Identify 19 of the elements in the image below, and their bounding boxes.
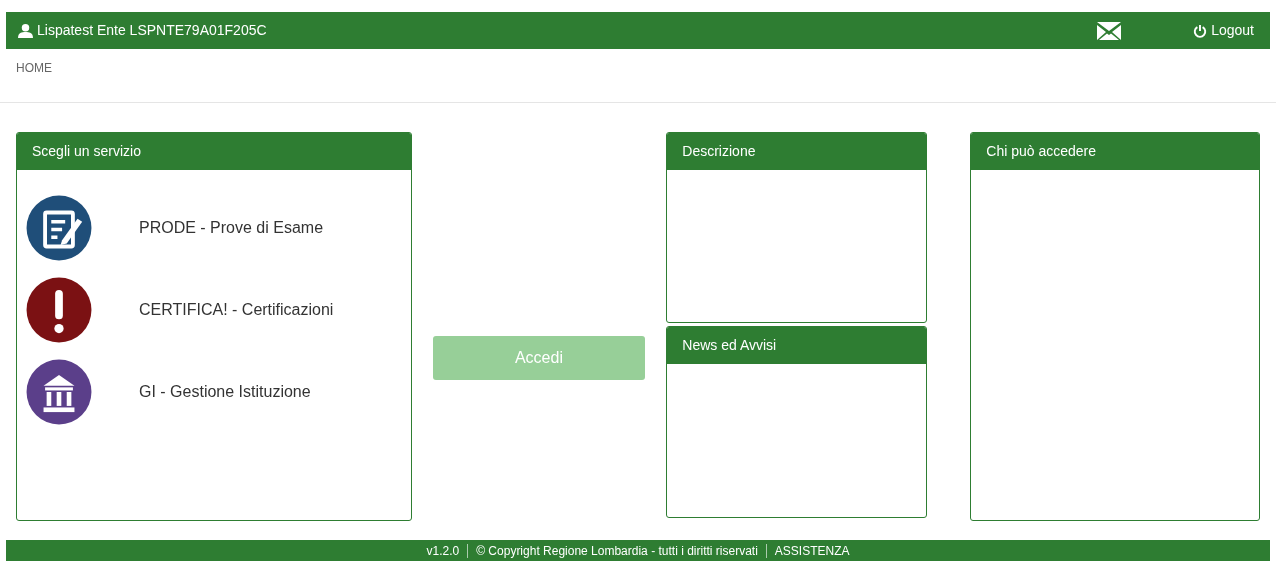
- panel-title: Descrizione: [667, 133, 927, 170]
- service-item[interactable]: CERTIFICA! - Certificazioni: [25, 276, 411, 344]
- logout-link[interactable]: Logout: [1193, 20, 1254, 41]
- service-item[interactable]: PRODE - Prove di Esame: [25, 194, 411, 262]
- version-text: v1.2.0: [426, 542, 460, 560]
- panel-title: Scegli un servizio: [17, 133, 411, 170]
- building-icon: [25, 358, 93, 426]
- user-name: Lispatest Ente LSPNTE79A01F205C: [37, 21, 267, 40]
- panel-title: Chi può accedere: [971, 133, 1259, 170]
- service-item[interactable]: GI - Gestione Istituzione: [25, 358, 411, 426]
- power-icon: [1193, 23, 1208, 38]
- user-icon: [18, 23, 33, 38]
- mail-icon[interactable]: [1097, 21, 1122, 40]
- panel-title: News ed Avvisi: [667, 327, 927, 364]
- support-link[interactable]: ASSISTENZA: [774, 541, 850, 560]
- breadcrumb-link[interactable]: HOME: [16, 59, 52, 102]
- copyright-text: © Copyright Regione Lombardia - tutti i diritti riservati: [476, 542, 758, 560]
- exclamation-icon: [25, 276, 93, 344]
- document-pen-icon: [25, 194, 93, 262]
